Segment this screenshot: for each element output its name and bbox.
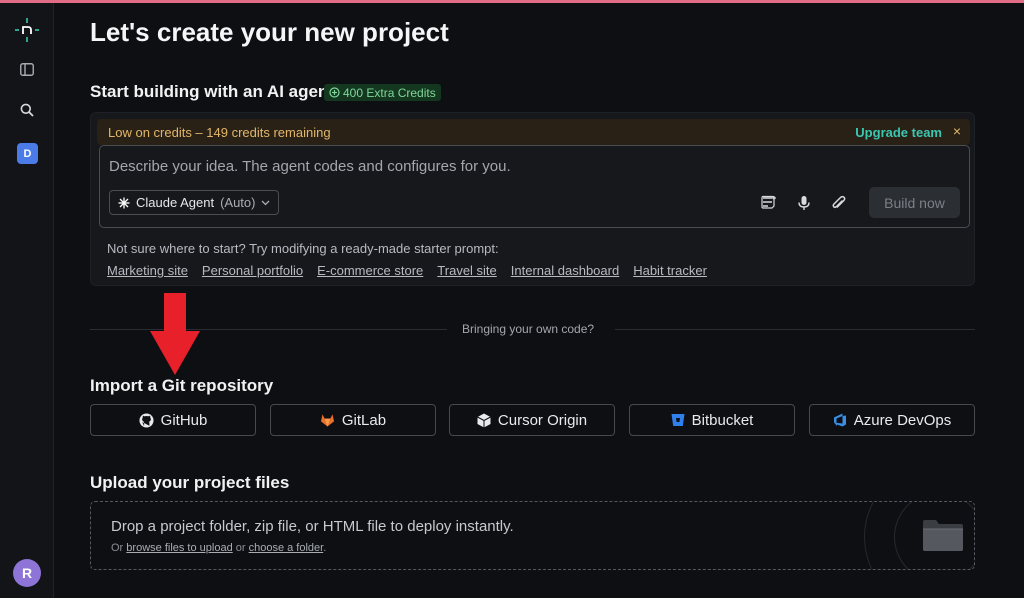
drop-instructions: Drop a project folder, zip file, or HTML… bbox=[111, 518, 514, 535]
choose-folder-link[interactable]: choose a folder bbox=[249, 542, 324, 554]
upload-section-heading: Upload your project files bbox=[90, 473, 290, 492]
user-avatar[interactable]: R bbox=[13, 559, 41, 587]
azure-devops-button[interactable]: Azure DevOps bbox=[809, 404, 975, 436]
or-text: Or bbox=[111, 542, 124, 554]
agent-name: Claude Agent bbox=[136, 195, 215, 210]
extra-credits-badge: 400 Extra Credits bbox=[324, 84, 441, 101]
github-label: GitHub bbox=[160, 411, 208, 429]
prompt-template-icon[interactable] bbox=[760, 194, 778, 212]
bitbucket-button[interactable]: Bitbucket bbox=[629, 404, 795, 436]
period-text: . bbox=[323, 542, 327, 554]
starter-prompt-links: Marketing site Personal portfolio E-comm… bbox=[107, 263, 707, 278]
search-icon[interactable] bbox=[14, 97, 40, 123]
agent-section-heading: Start building with an AI agent bbox=[90, 82, 334, 101]
divider-right bbox=[615, 329, 975, 330]
upgrade-team-link[interactable]: Upgrade team bbox=[855, 125, 942, 140]
prompt-placeholder: Describe your idea. The agent codes and … bbox=[109, 158, 511, 175]
claude-sparkle-icon bbox=[118, 197, 130, 208]
low-credits-text: Low on credits – 149 credits remaining bbox=[108, 125, 331, 140]
divider-text: Bringing your own code? bbox=[462, 322, 595, 336]
build-now-button[interactable]: Build now bbox=[869, 187, 960, 218]
chevron-down-icon bbox=[262, 200, 270, 205]
starter-habit-tracker[interactable]: Habit tracker bbox=[633, 263, 707, 278]
starter-ecommerce-store[interactable]: E-commerce store bbox=[317, 263, 423, 278]
close-banner-button[interactable]: × bbox=[953, 123, 961, 139]
bitbucket-icon bbox=[671, 414, 685, 426]
sidebar-panel-icon[interactable] bbox=[14, 56, 40, 82]
main-content: Let's create your new project Start buil… bbox=[90, 0, 975, 598]
annotation-arrow-icon bbox=[150, 293, 200, 380]
netlify-logo-icon[interactable] bbox=[14, 17, 40, 43]
github-button[interactable]: GitHub bbox=[90, 404, 256, 436]
bitbucket-label: Bitbucket bbox=[691, 411, 754, 429]
upload-dropzone[interactable]: Drop a project folder, zip file, or HTML… bbox=[90, 501, 975, 570]
browse-files-link[interactable]: browse files to upload bbox=[126, 542, 232, 554]
cursor-icon bbox=[477, 413, 491, 427]
or-text: or bbox=[235, 542, 246, 554]
drop-alternatives: Or browse files to upload or choose a fo… bbox=[111, 542, 326, 554]
github-icon bbox=[139, 412, 154, 428]
workspace-badge[interactable]: D bbox=[17, 143, 38, 164]
sidebar: D R bbox=[0, 3, 54, 598]
prompt-input[interactable]: Describe your idea. The agent codes and … bbox=[99, 145, 970, 228]
extra-credits-text: 400 Extra Credits bbox=[343, 85, 436, 100]
cursor-origin-button[interactable]: Cursor Origin bbox=[449, 404, 615, 436]
starter-personal-portfolio[interactable]: Personal portfolio bbox=[202, 263, 303, 278]
gitlab-icon bbox=[320, 414, 334, 427]
starter-prompt-label: Not sure where to start? Try modifying a… bbox=[107, 241, 499, 256]
starter-marketing-site[interactable]: Marketing site bbox=[107, 263, 188, 278]
cursor-origin-label: Cursor Origin bbox=[497, 411, 588, 429]
paperclip-icon[interactable] bbox=[829, 194, 847, 212]
azure-devops-label: Azure DevOps bbox=[853, 411, 952, 429]
gitlab-label: GitLab bbox=[341, 411, 387, 429]
azure-devops-icon bbox=[833, 413, 846, 427]
starter-internal-dashboard[interactable]: Internal dashboard bbox=[511, 263, 619, 278]
divider-left bbox=[90, 329, 447, 330]
plus-circle-icon bbox=[329, 87, 340, 98]
starter-travel-site[interactable]: Travel site bbox=[437, 263, 496, 278]
agent-card: Low on credits – 149 credits remaining U… bbox=[90, 112, 975, 286]
folder-icon bbox=[922, 518, 964, 557]
agent-mode: (Auto) bbox=[220, 195, 256, 210]
low-credits-banner: Low on credits – 149 credits remaining U… bbox=[97, 119, 970, 145]
agent-select[interactable]: Claude Agent (Auto) bbox=[109, 190, 280, 215]
microphone-icon[interactable] bbox=[795, 194, 813, 212]
gitlab-button[interactable]: GitLab bbox=[270, 404, 436, 436]
page-title: Let's create your new project bbox=[90, 17, 449, 47]
